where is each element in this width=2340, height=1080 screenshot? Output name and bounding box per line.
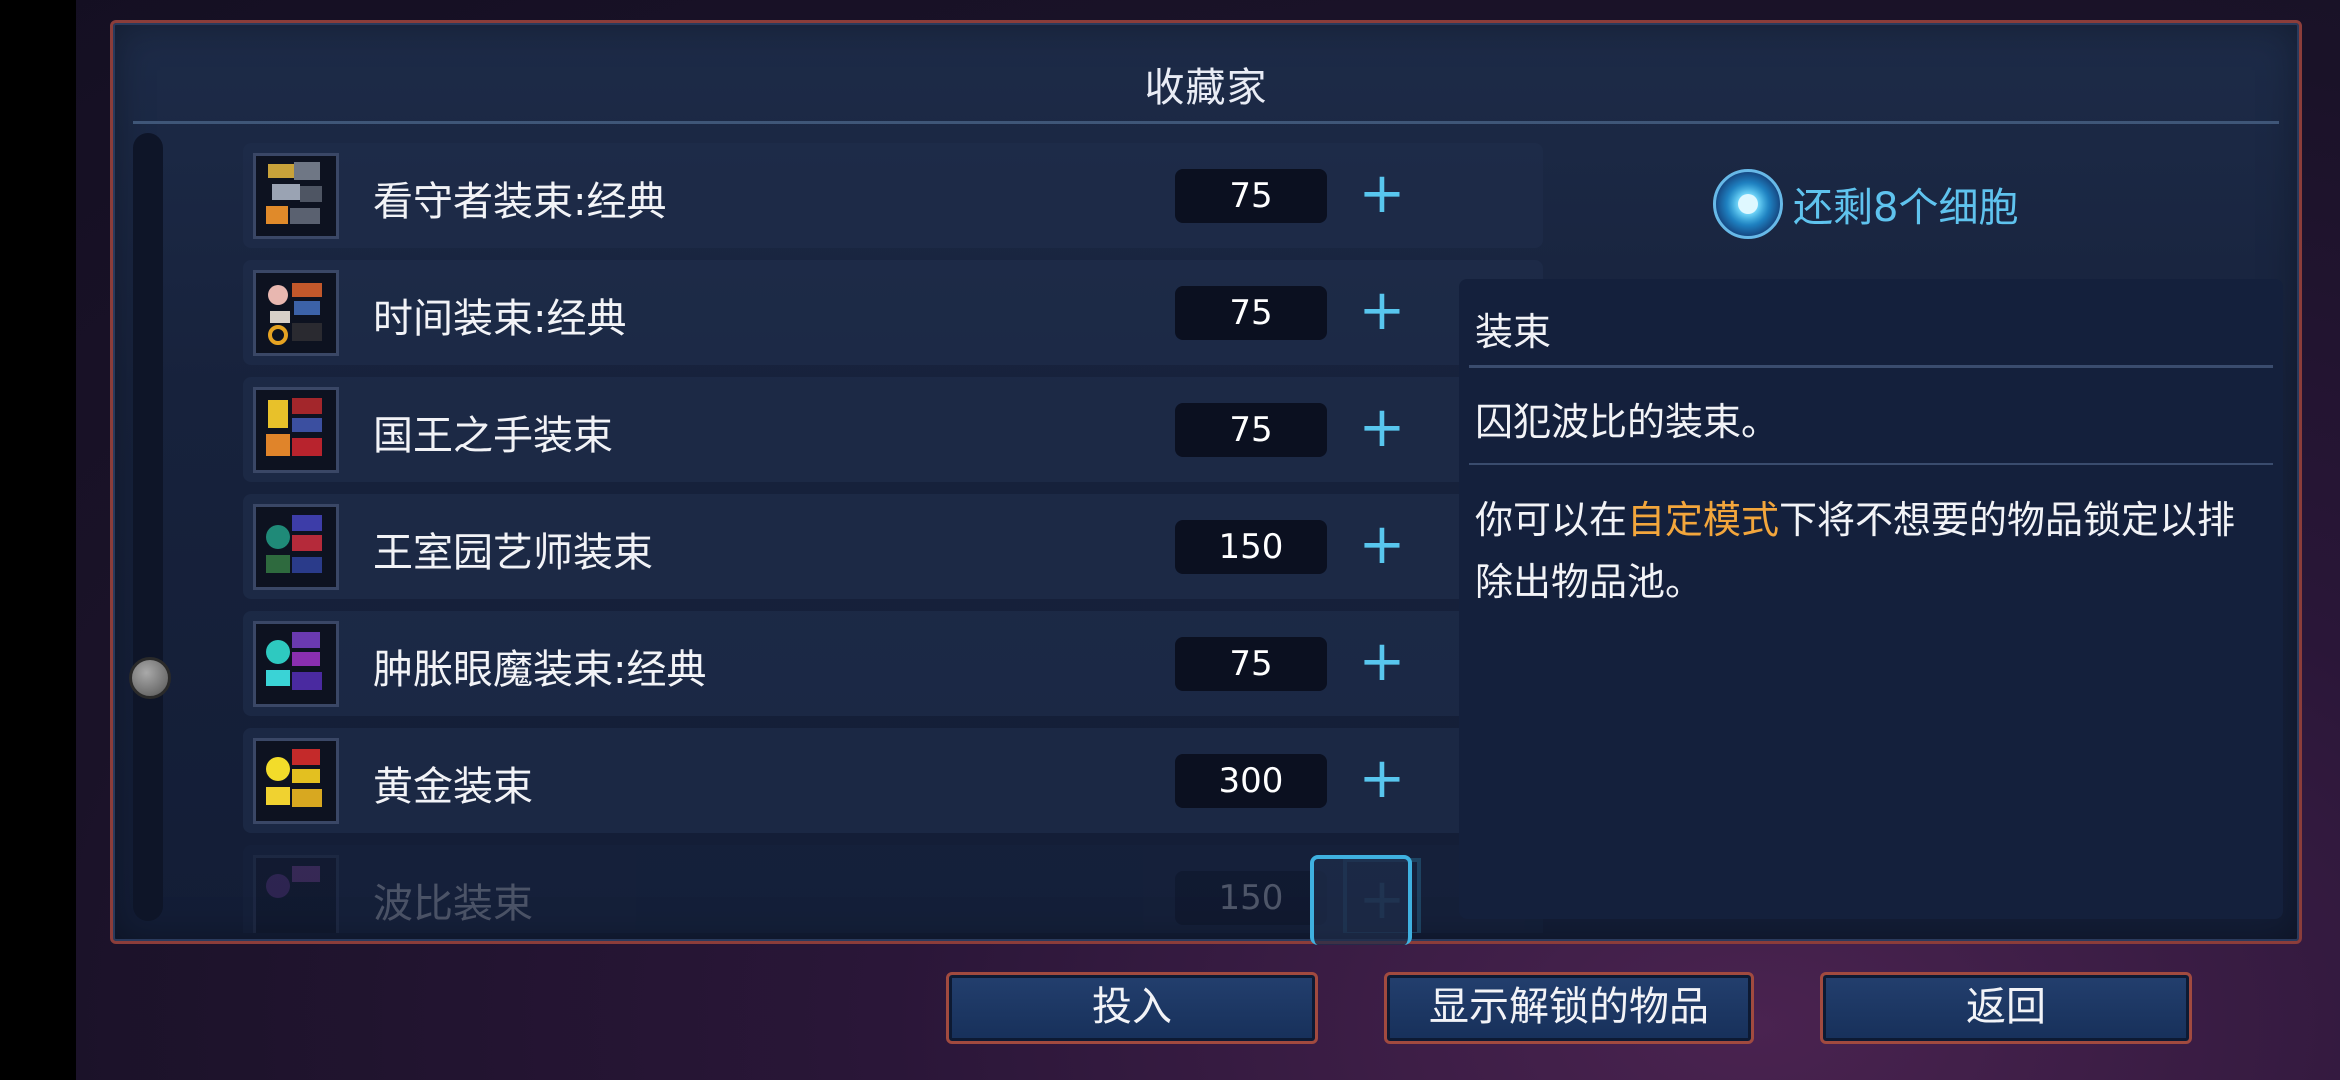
info-divider [1469, 463, 2273, 465]
info-category: 装束 [1475, 310, 1552, 354]
screen-edge-bar [0, 0, 76, 1080]
item-name: 看守者装束:经典 [373, 179, 667, 225]
item-name: 肿胀眼魔装束:经典 [373, 647, 707, 693]
item-name: 黄金装束 [373, 764, 533, 810]
outfit-thumbnail-icon [253, 738, 339, 824]
outfit-thumbnail-icon [253, 855, 339, 933]
item-list: 看守者装束:经典 75 + 时间装束:经典 75 + 国王之手装束 75 + 王… [243, 143, 1543, 933]
add-investment-button[interactable]: + [1343, 273, 1421, 351]
add-investment-button[interactable]: + [1343, 741, 1421, 819]
title-divider [133, 121, 2279, 124]
item-cost: 300 [1175, 754, 1327, 808]
add-investment-button[interactable]: + [1343, 156, 1421, 234]
list-item[interactable]: 王室园艺师装束 150 + [243, 494, 1543, 599]
outfit-thumbnail-icon [253, 621, 339, 707]
list-item[interactable]: 国王之手装束 75 + [243, 377, 1543, 482]
hint-text: 你可以在 [1475, 498, 1628, 542]
list-item[interactable]: 黄金装束 300 + [243, 728, 1543, 833]
list-item[interactable]: 时间装束:经典 75 + [243, 260, 1543, 365]
info-divider [1469, 365, 2273, 368]
cells-remaining: 还剩8个细胞 [1713, 165, 2018, 243]
item-cost: 150 [1175, 871, 1327, 925]
show-unlocked-button[interactable]: 显示解锁的物品 [1384, 972, 1754, 1044]
item-cost: 75 [1175, 403, 1327, 457]
outfit-thumbnail-icon [253, 153, 339, 239]
add-investment-button[interactable]: + [1343, 507, 1421, 585]
custom-mode-link: 自定模式 [1627, 498, 1780, 542]
back-button[interactable]: 返回 [1820, 972, 2192, 1044]
scrollbar-thumb[interactable] [129, 657, 171, 699]
invest-button[interactable]: 投入 [946, 972, 1318, 1044]
selection-frame [1310, 855, 1412, 945]
item-cost: 75 [1175, 286, 1327, 340]
list-item[interactable]: 看守者装束:经典 75 + [243, 143, 1543, 248]
add-investment-button[interactable]: + [1343, 624, 1421, 702]
cell-orb-icon [1713, 169, 1783, 239]
item-cost: 150 [1175, 520, 1327, 574]
list-item[interactable]: 肿胀眼魔装束:经典 75 + [243, 611, 1543, 716]
item-name: 国王之手装束 [373, 413, 613, 459]
info-hint: 你可以在自定模式下将不想要的物品锁定以排除出物品池。 [1475, 489, 2265, 613]
item-cost: 75 [1175, 169, 1327, 223]
item-name: 时间装束:经典 [373, 296, 627, 342]
outfit-thumbnail-icon [253, 504, 339, 590]
list-scrollbar[interactable] [133, 133, 163, 921]
add-investment-button[interactable]: + [1343, 390, 1421, 468]
item-cost: 75 [1175, 637, 1327, 691]
collector-panel: 收藏家 看守者装束:经典 75 + 时间装束:经典 75 + 国王之手装束 75… [110, 20, 2302, 945]
item-info-panel: 装束 囚犯波比的装束。 你可以在自定模式下将不想要的物品锁定以排除出物品池。 [1459, 279, 2283, 919]
item-name: 王室园艺师装束 [373, 530, 653, 576]
outfit-thumbnail-icon [253, 270, 339, 356]
panel-title: 收藏家 [1144, 65, 1268, 111]
item-name: 波比装束 [373, 881, 533, 927]
outfit-thumbnail-icon [253, 387, 339, 473]
info-description: 囚犯波比的装束。 [1475, 400, 1780, 444]
cells-remaining-text: 还剩8个细胞 [1793, 185, 2019, 231]
